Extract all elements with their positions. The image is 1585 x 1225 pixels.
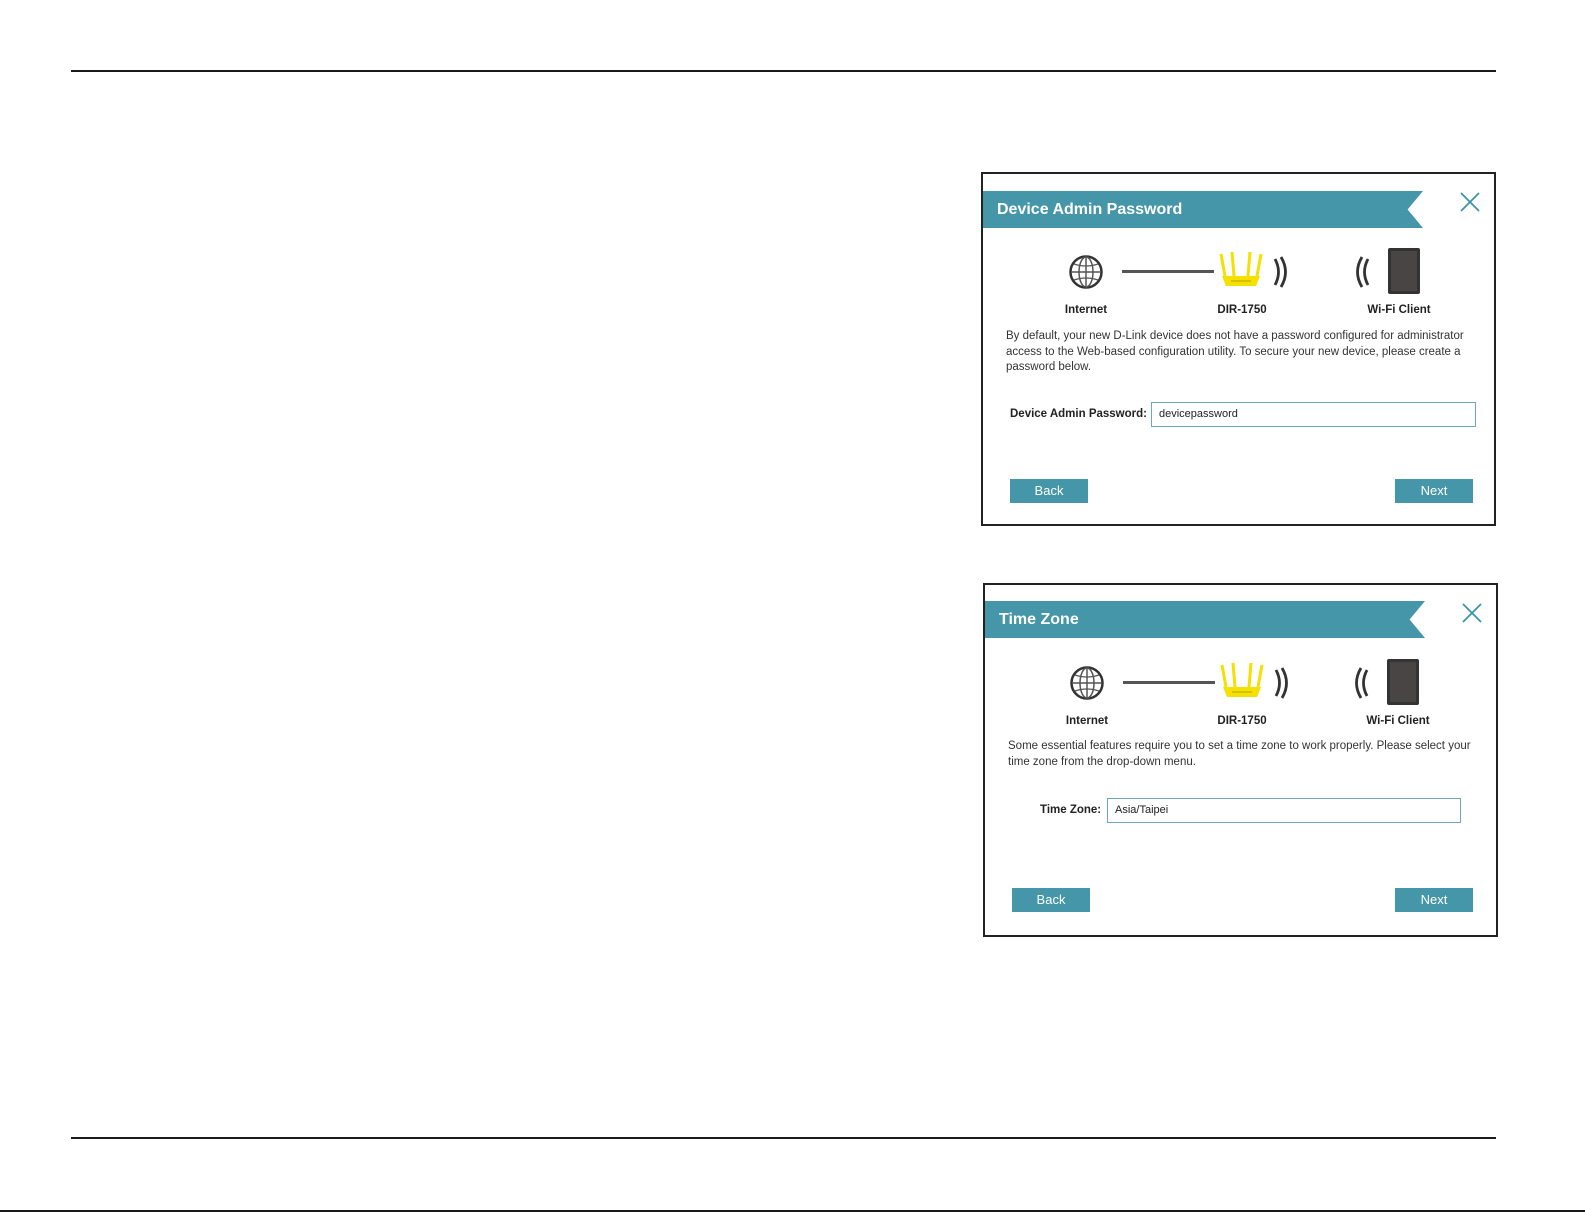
tablet-icon: [1385, 657, 1421, 712]
device-admin-password-input[interactable]: devicepassword: [1151, 402, 1476, 427]
page-top-rule: [71, 70, 1496, 72]
page-bottom-edge: [0, 1210, 1585, 1212]
connection-line: [1123, 681, 1215, 684]
dialog-description: By default, your new D-Link device does …: [1006, 330, 1464, 373]
dialog-description: Some essential features require you to s…: [1008, 740, 1471, 768]
wifi-signal-icon: [1273, 666, 1291, 705]
network-diagram: Internet DIR-1750 Wi-Fi Client: [983, 244, 1494, 324]
back-button[interactable]: Back: [1012, 888, 1090, 912]
close-icon[interactable]: [1458, 190, 1482, 214]
time-zone-label: Time Zone:: [1040, 804, 1102, 816]
device-admin-password-dialog: Device Admin Password Internet DIR-1750 …: [981, 172, 1496, 526]
connection-line: [1122, 270, 1214, 273]
device-admin-password-label: Device Admin Password:: [1010, 408, 1147, 420]
wifi-signal-icon: [1353, 255, 1371, 294]
tablet-icon: [1386, 246, 1422, 301]
router-icon: [1219, 250, 1263, 295]
time-zone-dialog: Time Zone Internet DIR-1750 Wi-Fi Client…: [983, 583, 1498, 937]
wifi-signal-icon: [1352, 666, 1370, 705]
close-icon[interactable]: [1460, 601, 1484, 625]
client-label: Wi-Fi Client: [1367, 304, 1431, 316]
globe-icon: [1069, 665, 1105, 706]
next-button[interactable]: Next: [1395, 888, 1473, 912]
client-label: Wi-Fi Client: [1366, 715, 1430, 727]
network-diagram: Internet DIR-1750 Wi-Fi Client: [985, 655, 1496, 735]
next-button[interactable]: Next: [1395, 479, 1473, 503]
globe-icon: [1068, 254, 1104, 295]
page-bottom-rule: [71, 1137, 1496, 1139]
internet-label: Internet: [1065, 715, 1109, 727]
back-button[interactable]: Back: [1010, 479, 1088, 503]
dialog-title: Time Zone: [985, 601, 1425, 638]
wifi-signal-icon: [1272, 255, 1290, 294]
time-zone-select[interactable]: Asia/Taipei: [1107, 798, 1461, 823]
router-label: DIR-1750: [1217, 304, 1267, 316]
dialog-title: Device Admin Password: [983, 191, 1423, 228]
router-label: DIR-1750: [1217, 715, 1267, 727]
router-icon: [1220, 661, 1264, 706]
internet-label: Internet: [1064, 304, 1108, 316]
